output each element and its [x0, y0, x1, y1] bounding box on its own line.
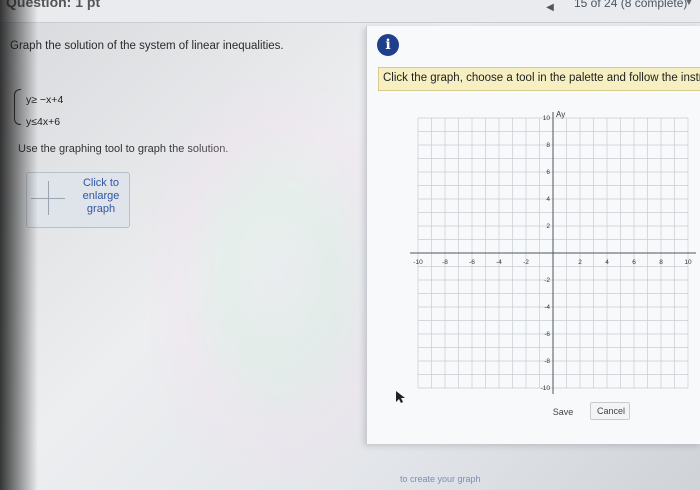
chevron-down-icon[interactable]: ▼	[684, 0, 694, 8]
mouse-cursor-icon	[396, 391, 405, 403]
x-tick-label: 10	[684, 259, 692, 266]
x-tick-label: -2	[523, 259, 529, 266]
x-tick-label: -4	[496, 259, 502, 266]
instruction-hint: Click the graph, choose a tool in the pa…	[378, 67, 700, 91]
question-prompt: Graph the solution of the system of line…	[10, 40, 284, 52]
inequality-2: y≤4x+6	[26, 116, 61, 128]
left-arrow-icon[interactable]: ◀	[540, 2, 560, 16]
x-tick-label: 8	[659, 259, 663, 266]
top-bar: Question: 1 pt ◀ 15 of 24 (8 complete) ▼	[0, 0, 700, 23]
y-tick-label: 6	[546, 169, 550, 176]
y-tick-label: 2	[546, 223, 550, 230]
y-axis-label: Ay	[556, 110, 565, 119]
hint-text: Click the graph, choose a tool in the pa…	[383, 72, 700, 84]
progress-indicator: 15 of 24 (8 complete)	[574, 0, 688, 10]
footer-text: to create your graph	[400, 474, 481, 484]
y-tick-label: -2	[544, 277, 550, 284]
cancel-button[interactable]: Cancel	[590, 402, 630, 420]
coordinate-grid[interactable]: Ay -10 -8 -6 -4 -2 2 4 6 8 10 10 8 6 4 2 -2 -4 -6 -8 -10	[404, 110, 700, 400]
enlarge-graph-label: Click to enlarge graph	[82, 177, 120, 215]
y-tick-label: -6	[544, 331, 550, 338]
x-tick-label: 4	[605, 259, 609, 266]
graph-instruction: Use the graphing tool to graph the solut…	[18, 143, 229, 155]
x-tick-label: -6	[469, 259, 475, 266]
save-button[interactable]: Save	[546, 402, 580, 422]
y-tick-label: -8	[544, 358, 550, 365]
x-tick-label: -8	[442, 259, 448, 266]
info-icon[interactable]: i	[377, 34, 399, 56]
x-tick-label: 6	[632, 259, 636, 266]
enlarge-graph-button[interactable]: Click to enlarge graph	[26, 172, 130, 228]
x-tick-label: -10	[413, 259, 423, 266]
x-tick-label: 2	[578, 259, 582, 266]
y-tick-label: -4	[544, 304, 550, 311]
question-title: Question: 1 pt	[6, 0, 101, 10]
y-tick-label: 8	[546, 142, 550, 149]
y-tick-label: -10	[541, 385, 551, 392]
graph-thumbnail-icon	[31, 181, 65, 215]
y-tick-label: 4	[546, 196, 550, 203]
brace-icon	[14, 89, 21, 125]
inequality-1: y≥ −x+4	[26, 94, 64, 106]
y-tick-label: 10	[543, 115, 551, 122]
